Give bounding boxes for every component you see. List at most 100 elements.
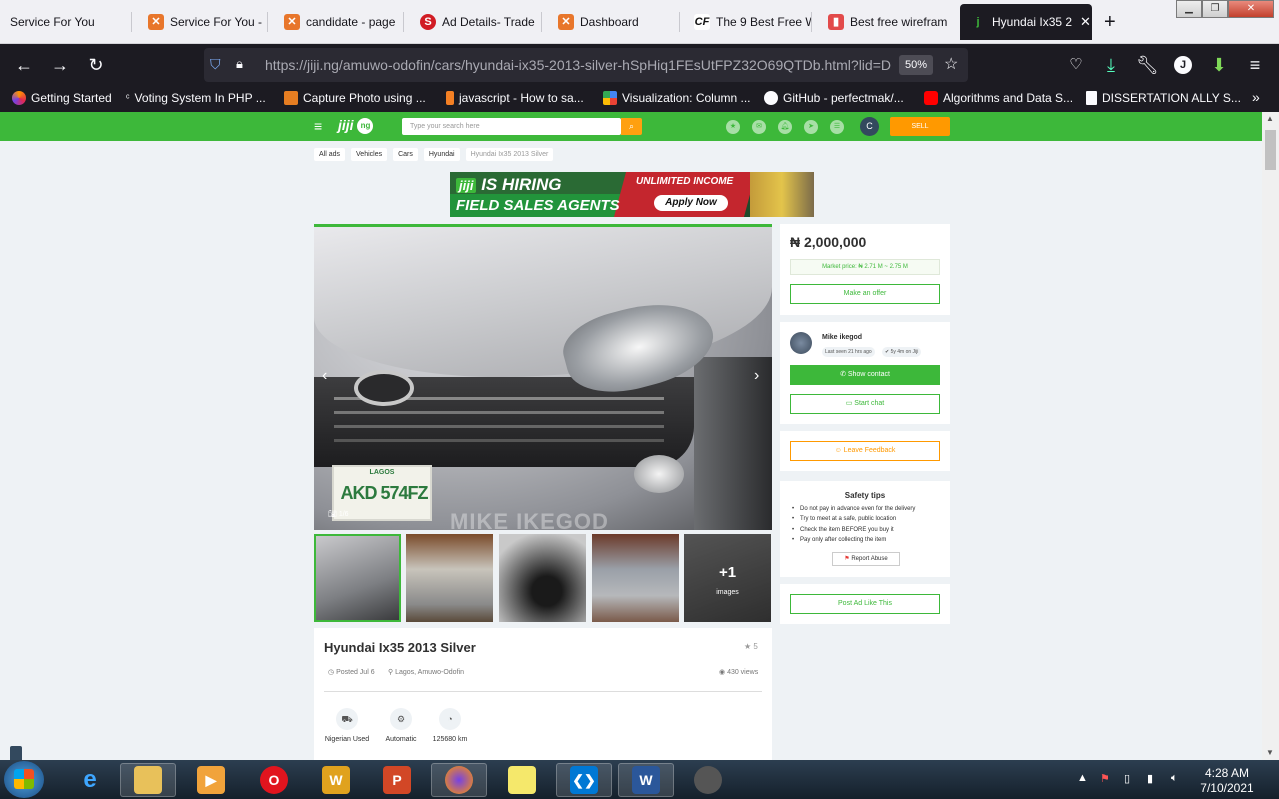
banner-subheadline: FIELD SALES AGENTS <box>456 197 620 214</box>
thumbnail[interactable] <box>499 534 586 622</box>
hamburger-menu-icon[interactable]: ≡ <box>314 118 322 134</box>
taskbar-media[interactable]: ▶ <box>183 763 239 797</box>
network-alert-icon[interactable]: ⚑ <box>1100 772 1110 785</box>
breadcrumb-item[interactable]: Vehicles <box>351 148 388 161</box>
taskbar-vscode[interactable]: ❮❯ <box>556 763 612 797</box>
battery-icon[interactable]: ▯ <box>1124 772 1130 785</box>
rating[interactable]: ★ 5 <box>744 642 758 651</box>
firefox-icon <box>12 91 26 105</box>
taskbar-app[interactable] <box>680 763 736 797</box>
make-offer-button[interactable]: Make an offer <box>790 284 940 304</box>
sell-button[interactable]: SELL <box>890 117 950 136</box>
taskbar-explorer[interactable] <box>120 763 176 797</box>
my-adverts-icon[interactable]: ☰ <box>830 120 844 134</box>
forward-icon[interactable]: → <box>49 54 71 76</box>
breadcrumb-item[interactable]: Cars <box>393 148 418 161</box>
bookmark-item[interactable]: DISSERTATION ALLY S... <box>1086 91 1241 105</box>
restore-button[interactable]: ❐ <box>1202 0 1228 18</box>
url-text[interactable]: https://jiji.ng/amuwo-odofin/cars/hyunda… <box>265 57 893 73</box>
jiji-header: ≡ jiji ng Type your search here ⌕ ★ ✉ 🔔︎… <box>0 112 1262 141</box>
lock-icon[interactable]: 🔒︎ <box>236 56 243 72</box>
jiji-logo[interactable]: jiji ng <box>338 117 374 136</box>
saved-star-icon[interactable]: ★ <box>726 120 740 134</box>
menu-icon[interactable]: ≡ <box>1244 54 1266 76</box>
report-abuse-button[interactable]: ⚑ Report Abuse <box>832 552 900 566</box>
messages-icon[interactable]: ✉ <box>752 120 766 134</box>
bookmark-item[interactable]: javascript - How to sa... <box>446 91 584 105</box>
taskbar-word[interactable]: W <box>618 763 674 797</box>
hiring-banner-ad[interactable]: jiji IS HIRING FIELD SALES AGENTS UNLIMI… <box>450 172 814 217</box>
taskbar-powerpoint[interactable]: P <box>369 763 425 797</box>
image-gallery[interactable]: LAGOS AKD 574FZ MIKE IKEGOD 📷︎ 1/6 ‹ › <box>314 224 772 530</box>
tab-7[interactable]: ▮ Best free wirefram <box>818 0 950 44</box>
tab-3[interactable]: ✕ candidate - page <box>274 0 404 44</box>
show-hidden-icons[interactable]: ▲ <box>1077 772 1088 784</box>
scroll-up-icon[interactable]: ▲ <box>1266 114 1274 123</box>
bookmark-item[interactable]: Capture Photo using ... <box>284 91 426 105</box>
thumbnail-more[interactable]: +1 images <box>684 534 771 622</box>
taskbar-sticky-notes[interactable] <box>494 763 550 797</box>
feedback-icon[interactable]: ➤ <box>804 120 818 134</box>
bookmark-item[interactable]: Getting Started <box>12 91 112 105</box>
tab-5[interactable]: ✕ Dashboard <box>548 0 680 44</box>
system-clock[interactable]: 4:28 AM 7/10/2021 <box>1196 766 1258 796</box>
search-input[interactable]: Type your search here <box>402 118 621 135</box>
taskbar-ie[interactable]: e <box>62 763 118 797</box>
thumbnail[interactable] <box>406 534 493 622</box>
url-bar[interactable]: ⛉ 🔒︎ https://jiji.ng/amuwo-odofin/cars/h… <box>204 48 968 82</box>
zoom-level-badge[interactable]: 50% <box>899 55 933 75</box>
scrollbar-thumb[interactable] <box>1265 130 1276 170</box>
page-scrollbar[interactable]: ▲ ▼ <box>1262 112 1279 760</box>
bookmark-item[interactable]: ᶜ Voting System In PHP ... <box>126 91 266 105</box>
downloads-icon[interactable]: ⤓ <box>1100 54 1122 76</box>
seller-avatar[interactable] <box>790 332 812 354</box>
minimize-button[interactable]: ▁ <box>1176 0 1202 18</box>
reload-icon[interactable]: ↻ <box>85 54 107 76</box>
tab-active-hyundai[interactable]: j Hyundai Ix35 20 ✕ <box>960 4 1092 40</box>
taskbar-opera[interactable]: O <box>246 763 302 797</box>
volume-icon[interactable]: 🔈︎ <box>1171 772 1178 785</box>
bookmark-item[interactable]: GitHub - perfectmak/... <box>764 91 904 105</box>
close-window-button[interactable]: ✕ <box>1228 0 1274 18</box>
main-car-photo[interactable]: LAGOS AKD 574FZ <box>314 227 772 530</box>
thumbnail[interactable] <box>314 534 401 622</box>
bookmark-item[interactable]: Algorithms and Data S... <box>924 91 1073 105</box>
close-tab-icon[interactable]: ✕ <box>1080 14 1091 30</box>
tab-6[interactable]: CF The 9 Best Free W <box>684 0 812 44</box>
tab-1[interactable]: Service For You <box>0 0 132 44</box>
more-bookmarks-icon[interactable]: » <box>1252 89 1260 105</box>
next-image-arrow-icon[interactable]: › <box>754 367 759 385</box>
start-chat-button[interactable]: ▭ Start chat <box>790 394 940 414</box>
seller-name[interactable]: Mike ikegod <box>822 334 862 341</box>
notifications-bell-icon[interactable]: 🔔︎ <box>778 120 792 134</box>
thumbnail[interactable] <box>592 534 679 622</box>
breadcrumb-item[interactable]: Hyundai <box>423 148 460 161</box>
show-contact-button[interactable]: ✆ Show contact <box>790 365 940 385</box>
leave-feedback-button[interactable]: ☺ Leave Feedback <box>790 441 940 461</box>
back-icon[interactable]: ← <box>13 54 35 76</box>
tab-4[interactable]: S Ad Details- Trade <box>410 0 542 44</box>
post-ad-like-this-button[interactable]: Post Ad Like This <box>790 594 940 614</box>
user-avatar[interactable]: C <box>860 117 879 136</box>
new-tab-button[interactable]: + <box>1104 11 1116 34</box>
breadcrumb-item[interactable]: All ads <box>314 148 346 161</box>
search-button[interactable]: ⌕ <box>621 118 642 135</box>
extension-download-icon[interactable]: ⬇ <box>1208 54 1230 76</box>
signal-icon[interactable]: ▮ <box>1147 772 1153 785</box>
pocket-icon[interactable]: ♡ <box>1065 54 1087 76</box>
star-bookmark-icon[interactable]: ☆ <box>944 54 958 74</box>
tab-2[interactable]: ✕ Service For You - <box>138 0 268 44</box>
breadcrumb-current: Hyundai Ix35 2013 Silver <box>465 148 554 161</box>
price-card: ₦ 2,000,000 Market price: ₦ 2.71 M ~ 2.7… <box>780 224 950 315</box>
taskbar-firefox[interactable] <box>431 763 487 797</box>
taskbar-word-old[interactable]: W <box>308 763 364 797</box>
bookmark-item[interactable]: Visualization: Column ... <box>603 91 751 105</box>
apply-now-button[interactable]: Apply Now <box>654 195 728 211</box>
prev-image-arrow-icon[interactable]: ‹ <box>322 367 327 385</box>
profile-avatar[interactable]: J <box>1172 54 1194 76</box>
wrench-icon[interactable]: 🔧︎ <box>1136 54 1159 76</box>
chat-widget-tab[interactable] <box>10 746 22 760</box>
start-button[interactable] <box>4 761 44 798</box>
scroll-down-icon[interactable]: ▼ <box>1266 748 1274 757</box>
shield-icon[interactable]: ⛉ <box>210 56 221 73</box>
